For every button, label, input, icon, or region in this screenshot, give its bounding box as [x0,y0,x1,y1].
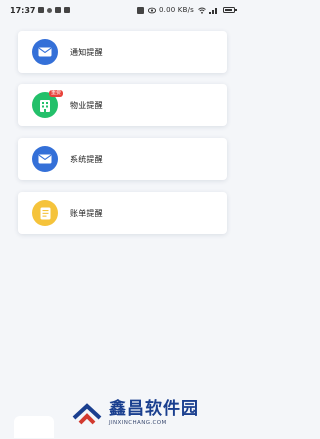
watermark-title: 鑫昌软件园 [109,399,199,419]
card-notice-reminder[interactable]: 通知提醒 [18,31,227,73]
card-label: 账单提醒 [70,208,103,218]
mail-icon [32,39,58,65]
status-bar: 17:37 0.00 KB/s [0,0,245,20]
network-speed: 0.00 KB/s [158,6,194,14]
reminder-list: 通知提醒 重要 物业提醒 系统提醒 账单提醒 [18,31,227,246]
notification-icon [38,7,45,13]
signal-icon [209,7,219,14]
wifi-icon [198,7,206,14]
status-time: 17:37 [10,5,36,15]
watermark-text: 鑫昌软件园 JINXINCHANG.COM [109,399,199,427]
card-system-reminder[interactable]: 系统提醒 [18,138,227,180]
alarm-icon [136,6,144,14]
building-icon: 重要 [32,90,64,118]
watermark: 鑫昌软件园 JINXINCHANG.COM [70,392,240,434]
status-right: 0.00 KB/s [136,6,237,14]
card-label: 通知提醒 [70,47,103,57]
eye-icon [147,7,157,14]
mail-icon [32,146,58,172]
card-property-reminder[interactable]: 重要 物业提醒 [18,84,227,126]
watermark-logo-icon [70,396,104,430]
card-bill-reminder[interactable]: 账单提醒 [18,192,227,234]
card-label: 系统提醒 [70,154,103,164]
battery-icon [223,7,237,13]
status-left: 17:37 [10,5,71,15]
app-icon [55,7,62,13]
important-badge: 重要 [49,90,64,97]
bottom-panel [14,416,54,438]
bill-icon [32,200,58,226]
app-icon-2 [64,7,71,13]
card-label: 物业提醒 [70,100,103,110]
message-icon [47,7,53,13]
watermark-subtitle: JINXINCHANG.COM [109,420,167,426]
